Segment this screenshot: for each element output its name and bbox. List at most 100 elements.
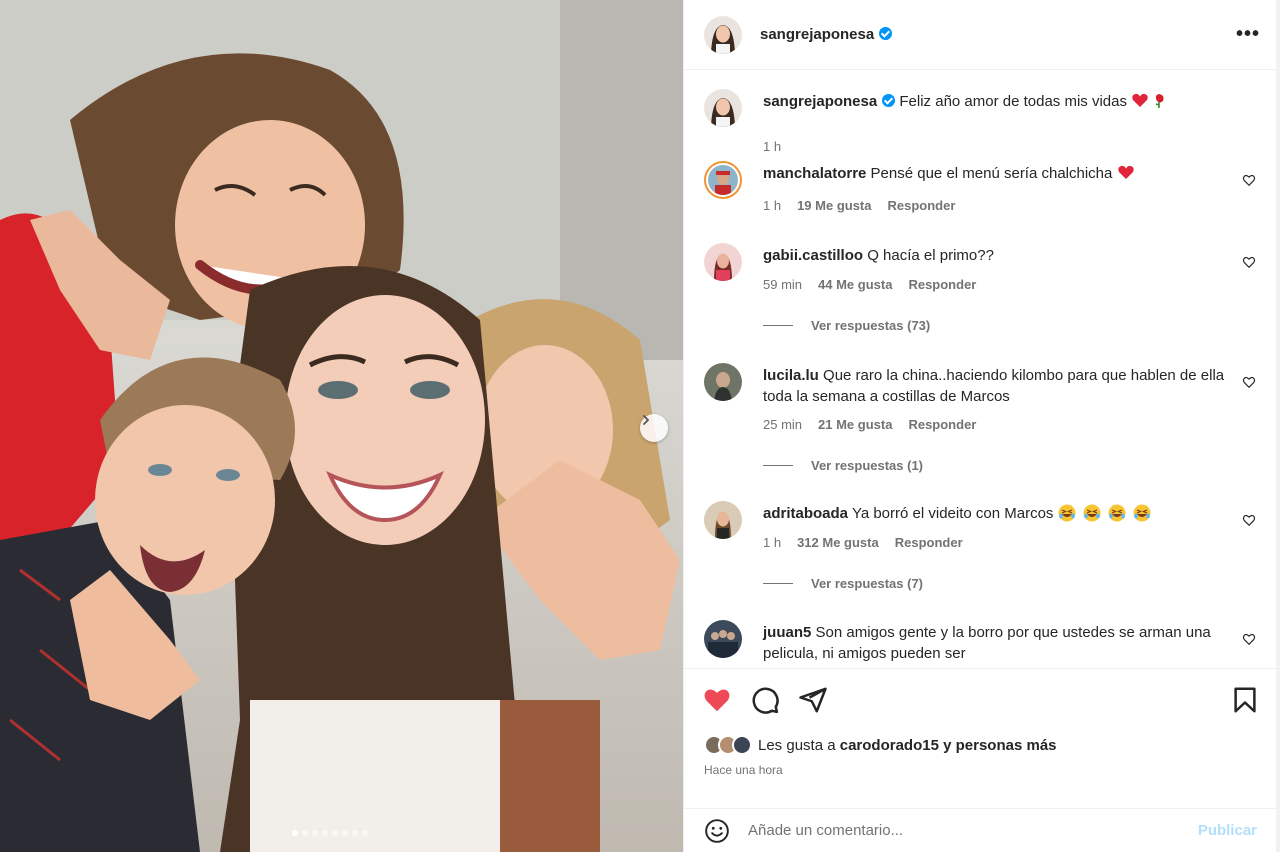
comment-text: Que raro la china..haciendo kilombo para… [763,367,1225,405]
liker-avatar[interactable] [732,735,752,755]
comment-username[interactable]: adritaboada [763,505,848,522]
carousel-dot [332,830,338,836]
replies-divider [763,465,793,466]
comment-body: gabii.castilloo Q hacía el primo?? [763,245,1230,266]
like-comment-icon[interactable] [1242,375,1256,389]
like-comment-icon[interactable] [1242,513,1256,527]
emoji-picker-icon[interactable] [704,818,730,844]
view-replies-label[interactable]: Ver respuestas (1) [811,458,923,473]
comment-username[interactable]: gabii.castilloo [763,247,863,264]
comment-meta: 25 min 21 Me gusta Responder [763,417,976,432]
reply-button[interactable]: Responder [888,198,956,213]
comment-likes[interactable]: 312 Me gusta [797,535,879,550]
comment-item: gabii.castilloo Q hacía el primo?? 59 mi… [704,243,1260,333]
view-replies-button[interactable]: Ver respuestas (7) [763,576,923,591]
carousel-next-button[interactable] [640,414,668,442]
carousel-dot [362,830,368,836]
comment-item: lucila.lu Que raro la china..haciendo ki… [704,363,1260,473]
comment-body: juuan5 Son amigos gente y la borro por q… [763,622,1230,664]
comment-meta: 1 h 312 Me gusta Responder [763,535,963,550]
comment-body: manchalatorre Pensé que el menú sería ch… [763,163,1230,184]
author-username-text[interactable]: sangrejaponesa [760,26,874,43]
commenter-avatar[interactable] [704,501,742,539]
post-photo[interactable] [0,0,683,852]
caption-meta: 1 h [763,139,781,154]
author-avatar-image [704,89,742,127]
commenter-avatar[interactable] [704,161,742,199]
author-username[interactable]: sangrejaponesa [760,26,893,43]
comment-time: 25 min [763,417,803,432]
liked-by-prefix: Les gusta a [758,736,836,754]
view-replies-label[interactable]: Ver respuestas (73) [811,318,930,333]
comment-username[interactable]: juuan5 [763,624,811,641]
comment-time: 59 min [763,277,803,292]
save-bookmark-icon[interactable] [1230,685,1260,715]
heart-rose-emoji-icon [1132,93,1164,108]
share-icon[interactable] [798,685,828,715]
comment-username[interactable]: lucila.lu [763,367,819,384]
view-replies-label[interactable]: Ver respuestas (7) [811,576,923,591]
like-post-icon[interactable] [702,685,732,715]
caption-body: sangrejaponesa Feliz año amor de todas m… [763,91,1230,112]
comment-item: juuan5 Son amigos gente y la borro por q… [704,620,1260,667]
comment-body: adritaboada Ya borró el videito con Marc… [763,503,1230,524]
view-replies-button[interactable]: Ver respuestas (73) [763,318,930,333]
more-options-icon[interactable]: ••• [1236,23,1260,46]
replies-divider [763,583,793,584]
commenter-avatar[interactable] [704,243,742,281]
reply-button[interactable]: Responder [895,535,963,550]
reply-button[interactable]: Responder [908,417,976,432]
view-replies-button[interactable]: Ver respuestas (1) [763,458,923,473]
publish-button[interactable]: Publicar [1198,822,1257,839]
commenter-avatar-image [704,363,742,401]
commenter-avatar-image [704,243,742,281]
reply-button[interactable]: Responder [908,277,976,292]
liked-by: Les gusta a carodorado15 y personas más [704,735,1057,755]
selfie-illustration [0,0,683,852]
post-timestamp: Hace una hora [704,763,783,777]
commenter-avatar[interactable] [704,620,742,658]
comment-item: adritaboada Ya borró el videito con Marc… [704,501,1260,591]
verified-badge-icon [882,94,896,107]
author-avatar-image [704,15,742,54]
comment-input[interactable] [748,822,1198,839]
commenter-avatar-image [708,165,738,195]
caption-item: sangrejaponesa Feliz año amor de todas m… [704,89,1260,154]
post-actions: Les gusta a carodorado15 y personas más … [684,668,1277,808]
carousel-dot [292,830,298,836]
comment-likes[interactable]: 44 Me gusta [818,277,892,292]
chevron-right-icon [643,415,650,425]
comments-list[interactable]: sangrejaponesa Feliz año amor de todas m… [684,71,1277,667]
comment-text: Pensé que el menú sería chalchicha [870,165,1113,182]
add-comment-bar: Publicar [684,808,1277,852]
carousel-dot [352,830,358,836]
post-details-panel: sangrejaponesa ••• sangrejaponesa Feliz … [683,0,1280,852]
author-avatar[interactable] [704,89,742,127]
comment-icon[interactable] [750,685,780,715]
like-comment-icon[interactable] [1242,255,1256,269]
commenter-avatar[interactable] [704,363,742,401]
carousel-dot [322,830,328,836]
like-comment-icon[interactable] [1242,632,1256,646]
replies-divider [763,325,793,326]
caption-text: Feliz año amor de todas mis vidas [899,93,1127,110]
carousel-dot [342,830,348,836]
carousel-dot [312,830,318,836]
comment-text: Q hacía el primo?? [867,247,994,264]
comment-meta: 59 min 44 Me gusta Responder [763,277,976,292]
comment-meta: 1 h 19 Me gusta Responder [763,198,955,213]
liked-by-others[interactable]: y personas más [943,737,1056,754]
comment-item: manchalatorre Pensé que el menú sería ch… [704,161,1260,221]
red-heart-emoji-icon [1117,165,1134,179]
author-avatar[interactable] [704,15,742,54]
comment-username[interactable]: manchalatorre [763,165,866,182]
commenter-avatar-image [704,620,742,658]
commenter-avatar-image [704,501,742,539]
liked-by-text: Les gusta a carodorado15 y personas más [758,737,1057,754]
caption-username[interactable]: sangrejaponesa [763,93,877,110]
liked-by-user[interactable]: carodorado15 [840,737,939,754]
like-comment-icon[interactable] [1242,173,1256,187]
comment-likes[interactable]: 19 Me gusta [797,198,871,213]
comment-likes[interactable]: 21 Me gusta [818,417,892,432]
comment-time: 1 h [763,198,782,213]
